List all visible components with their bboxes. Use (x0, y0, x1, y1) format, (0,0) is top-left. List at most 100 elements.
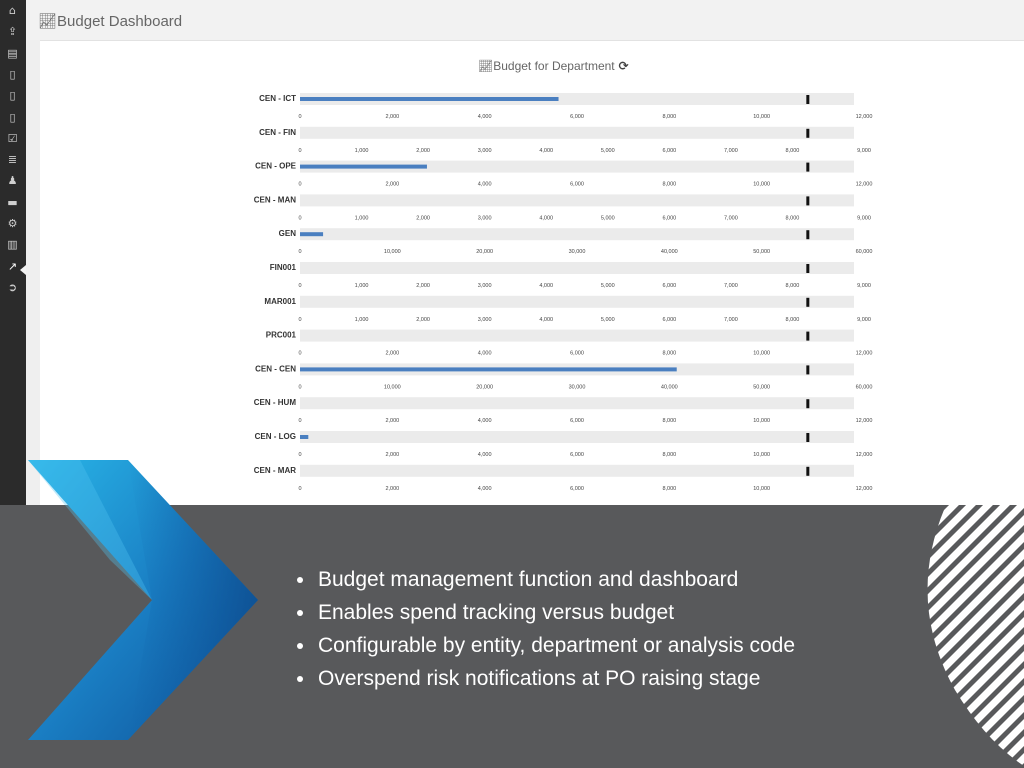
tick-label: 12,000 (856, 182, 873, 188)
tick-label: 9,000 (857, 148, 871, 154)
value-bar (300, 435, 309, 439)
target-marker (806, 128, 810, 138)
tick-label: 4,000 (539, 215, 553, 221)
target-marker (806, 433, 810, 442)
value-bar (300, 97, 559, 101)
tick-label: 12,000 (856, 114, 873, 120)
target-marker (806, 331, 810, 341)
tick-label: 4,000 (478, 418, 492, 424)
tick-label: 8,000 (786, 283, 800, 289)
list-item: Budget management function and dashboard (316, 563, 795, 596)
tick-label: 4,000 (478, 486, 492, 492)
tick-label: 0 (298, 114, 301, 120)
tick-label: 30,000 (569, 249, 586, 255)
tick-label: 2,000 (385, 114, 399, 120)
tick-label: 0 (298, 452, 301, 458)
tick-label: 2,000 (385, 418, 399, 424)
target-marker (806, 162, 810, 172)
tick-label: 40,000 (661, 384, 678, 390)
row-background (300, 262, 854, 274)
tick-label: 0 (298, 283, 301, 289)
tick-label: 6,000 (570, 351, 584, 357)
target-marker (806, 365, 810, 375)
target-marker (806, 196, 810, 206)
tick-label: 30,000 (569, 384, 586, 390)
tick-label: 12,000 (856, 452, 873, 458)
tick-label: 50,000 (753, 384, 770, 390)
tick-label: 6,000 (570, 114, 584, 120)
row-background (300, 464, 854, 477)
tick-label: 0 (298, 148, 301, 154)
tick-label: 3,000 (478, 283, 492, 289)
feature-list: Budget management function and dashboard… (290, 563, 795, 695)
row-label: CEN - FIN (259, 128, 296, 137)
tick-label: 0 (298, 418, 301, 424)
tick-label: 4,000 (539, 148, 553, 154)
tick-label: 10,000 (384, 384, 401, 390)
row-background (300, 329, 854, 342)
row-label: CEN - MAN (254, 195, 296, 204)
row-background (300, 431, 854, 443)
row-label: MAR001 (264, 297, 296, 306)
tick-label: 12,000 (856, 486, 873, 492)
tick-label: 3,000 (478, 317, 492, 323)
row-label: CEN - HUM (254, 398, 297, 407)
tick-label: 1,000 (355, 148, 369, 154)
tick-label: 0 (298, 384, 301, 390)
row-label: CEN - CEN (255, 364, 296, 373)
row-label: CEN - OPE (255, 162, 297, 171)
list-item: Enables spend tracking versus budget (316, 596, 795, 629)
row-label: GEN (279, 229, 297, 238)
tick-label: 1,000 (355, 317, 369, 323)
tick-label: 2,000 (385, 452, 399, 458)
tick-label: 4,000 (539, 317, 553, 323)
tick-label: 6,000 (570, 452, 584, 458)
row-label: CEN - ICT (259, 94, 296, 103)
tick-label: 2,000 (416, 215, 430, 221)
tick-label: 5,000 (601, 148, 615, 154)
value-bar (300, 164, 427, 169)
value-bar (300, 367, 677, 372)
row-label: CEN - LOG (255, 432, 296, 441)
tick-label: 10,000 (753, 418, 770, 424)
tick-label: 2,000 (385, 182, 399, 188)
row-label: FIN001 (270, 263, 297, 272)
tick-label: 8,000 (786, 148, 800, 154)
tick-label: 5,000 (601, 215, 615, 221)
tick-label: 9,000 (857, 283, 871, 289)
tick-label: 4,000 (478, 351, 492, 357)
tick-label: 10,000 (384, 249, 401, 255)
row-label: CEN - MAR (254, 466, 296, 475)
tick-label: 8,000 (662, 452, 676, 458)
tick-label: 4,000 (478, 182, 492, 188)
tick-label: 6,000 (662, 317, 676, 323)
tick-label: 9,000 (857, 317, 871, 323)
tick-label: 6,000 (570, 182, 584, 188)
tick-label: 8,000 (662, 182, 676, 188)
row-background (300, 126, 854, 139)
tick-label: 10,000 (753, 351, 770, 357)
tick-label: 4,000 (478, 452, 492, 458)
tick-label: 60,000 (856, 384, 873, 390)
tick-label: 8,000 (786, 317, 800, 323)
tick-label: 6,000 (570, 486, 584, 492)
tick-label: 0 (298, 317, 301, 323)
tick-label: 10,000 (753, 452, 770, 458)
target-marker (806, 230, 810, 240)
tick-label: 6,000 (662, 283, 676, 289)
tick-label: 8,000 (662, 418, 676, 424)
tick-label: 2,000 (416, 283, 430, 289)
tick-label: 0 (298, 182, 301, 188)
row-background (300, 295, 854, 308)
budget-bullet-chart: CEN - ICT 0 2,000 4,000 6,000 8,000 10,000 12,0… (254, 93, 873, 492)
tick-label: 2,000 (385, 486, 399, 492)
row-label: PRC001 (266, 331, 297, 340)
tick-label: 8,000 (662, 114, 676, 120)
target-marker (806, 95, 810, 104)
tick-label: 4,000 (478, 114, 492, 120)
tick-label: 50,000 (753, 249, 770, 255)
tick-label: 40,000 (661, 249, 678, 255)
tick-label: 8,000 (662, 486, 676, 492)
tick-label: 7,000 (724, 317, 738, 323)
target-marker (806, 399, 810, 409)
